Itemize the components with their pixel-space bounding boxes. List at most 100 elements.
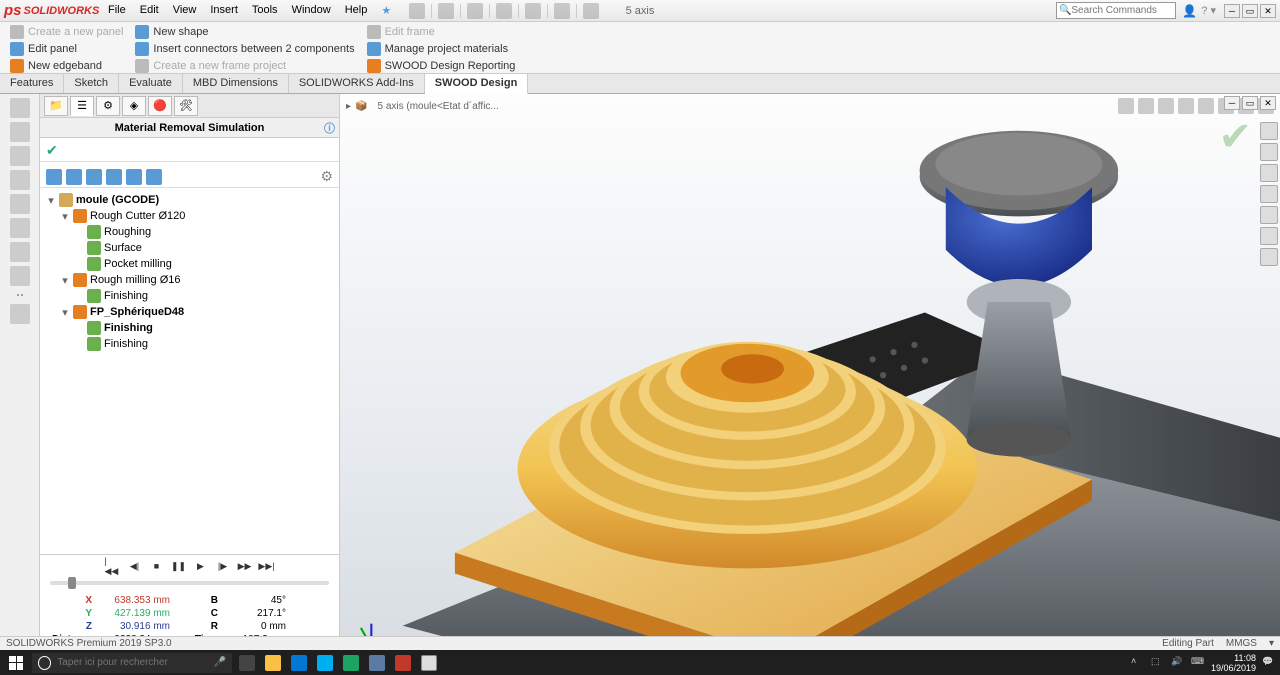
tab-features[interactable]: Features [0,74,64,93]
taskbar-app-explorer[interactable] [262,653,284,673]
close-button[interactable]: ✕ [1260,4,1276,18]
tray-up-icon[interactable]: ˄ [1131,656,1145,670]
help-dropdown-icon[interactable]: ? ▾ [1201,4,1216,17]
tree-toolbar-icon[interactable] [66,169,82,185]
menu-window[interactable]: Window [286,2,337,19]
start-button[interactable] [4,653,28,673]
rail-icon[interactable] [10,122,30,142]
tree-group[interactable]: ▾ FP_SphériqueD48 [46,304,333,320]
tree-settings-icon[interactable]: ⚙ [320,168,333,185]
menu-star-icon[interactable]: ★ [375,2,397,19]
step-back-button[interactable]: ◀| [127,559,143,573]
ribbon-insert-connectors[interactable]: Insert connectors between 2 components [131,41,358,57]
rail-icon[interactable] [10,98,30,118]
ribbon-swood-reporting[interactable]: SWOOD Design Reporting [363,58,520,74]
taskbar-search[interactable]: 🎤 [32,653,232,673]
tab-solidworks-addins[interactable]: SOLIDWORKS Add-Ins [289,74,425,93]
tab-sketch[interactable]: Sketch [64,74,119,93]
panel-tab-display[interactable]: 🔴 [148,96,172,116]
menu-help[interactable]: Help [339,2,374,19]
maximize-button[interactable]: ▭ [1242,4,1258,18]
tree-op[interactable]: Finishing [46,288,333,304]
print-icon[interactable] [496,3,512,19]
menu-tools[interactable]: Tools [246,2,284,19]
tray-notifications-icon[interactable]: 💬 [1262,656,1276,670]
tray-volume-icon[interactable]: 🔊 [1171,656,1185,670]
tray-clock[interactable]: 11:08 19/06/2019 [1211,653,1256,673]
search-input[interactable] [1071,5,1161,16]
menu-insert[interactable]: Insert [204,2,244,19]
vp-minimize-button[interactable]: ─ [1224,96,1240,110]
tab-swood-design[interactable]: SWOOD Design [425,74,529,94]
status-dropdown-icon[interactable]: ▾ [1269,638,1274,649]
rail-icon[interactable] [10,146,30,166]
taskbar-search-input[interactable] [57,657,207,668]
panel-help-icon[interactable]: ⓘ [324,120,335,136]
ribbon-edit-panel[interactable]: Edit panel [6,41,127,57]
tree-root[interactable]: ▾ moule (GCODE) [46,192,333,208]
vp-close-button[interactable]: ✕ [1260,96,1276,110]
panel-tab-config[interactable]: ⚙ [96,96,120,116]
rail-icon[interactable] [10,194,30,214]
search-commands[interactable]: 🔍 [1056,2,1176,19]
mic-icon[interactable]: 🎤 [214,657,226,668]
ribbon-manage-materials[interactable]: Manage project materials [363,41,520,57]
zoom-fit-icon[interactable] [1118,98,1134,114]
panel-tab-cam[interactable]: 🛠 [174,96,198,116]
accept-check-icon[interactable]: ✔ [46,142,62,158]
taskbar-app[interactable] [366,653,388,673]
step-fwd-button[interactable]: |▶ [215,559,231,573]
undo-icon[interactable] [525,3,541,19]
play-button[interactable]: ▶ [193,559,209,573]
breadcrumb-expand-icon[interactable]: ▸ [346,101,351,112]
skip-end-button[interactable]: ▶▶| [259,559,275,573]
rail-icon[interactable] [10,304,30,324]
taskbar-app-edge[interactable] [288,653,310,673]
tree-group[interactable]: ▾ Rough milling Ø16 [46,272,333,288]
tree-toolbar-icon[interactable] [146,169,162,185]
tree-op[interactable]: Finishing [46,336,333,352]
tree-group[interactable]: ▾ Rough Cutter Ø120 [46,208,333,224]
panel-tab-dim[interactable]: ◈ [122,96,146,116]
timeline-slider[interactable] [50,577,329,589]
menu-edit[interactable]: Edit [134,2,165,19]
stop-button[interactable]: ■ [149,559,165,573]
vp-restore-button[interactable]: ▭ [1242,96,1258,110]
zoom-area-icon[interactable] [1138,98,1154,114]
tree-toolbar-icon[interactable] [106,169,122,185]
menu-file[interactable]: File [102,2,132,19]
rail-icon[interactable] [10,266,30,286]
3d-viewport[interactable]: ▸ 📦 5 axis (moule<Etat d´affic... ─ ▭ ✕ … [340,94,1280,650]
skip-start-button[interactable]: |◀◀ [105,559,121,573]
task-view-button[interactable] [236,653,258,673]
user-icon[interactable]: 👤 [1182,4,1197,18]
rebuild-icon[interactable] [554,3,570,19]
taskbar-app-chrome[interactable] [340,653,362,673]
viewport-breadcrumb[interactable]: 5 axis (moule<Etat d´affic... [377,101,498,112]
ribbon-new-edgeband[interactable]: New edgeband [6,58,127,74]
panel-tab-property-manager[interactable]: ☰ [70,96,94,116]
rail-icon[interactable] [10,170,30,190]
tree-toolbar-icon[interactable] [86,169,102,185]
taskbar-app[interactable] [418,653,440,673]
minimize-button[interactable]: ─ [1224,4,1240,18]
panel-tab-feature-tree[interactable]: 📁 [44,96,68,116]
tab-mbd-dimensions[interactable]: MBD Dimensions [183,74,289,93]
tree-toolbar-icon[interactable] [126,169,142,185]
status-units[interactable]: MMGS [1226,638,1257,649]
tree-toolbar-icon[interactable] [46,169,62,185]
menu-view[interactable]: View [167,2,203,19]
tray-lang-icon[interactable]: ⌨ [1191,656,1205,670]
tree-op[interactable]: Roughing [46,224,333,240]
taskbar-app-solidworks[interactable] [392,653,414,673]
ribbon-new-shape[interactable]: New shape [131,24,358,40]
options-gear-icon[interactable] [583,3,599,19]
fast-fwd-button[interactable]: ▶▶ [237,559,253,573]
hide-show-icon[interactable] [1198,98,1214,114]
tab-evaluate[interactable]: Evaluate [119,74,183,93]
pause-button[interactable]: ❚❚ [171,559,187,573]
rail-icon[interactable] [10,242,30,262]
tree-op[interactable]: Pocket milling [46,256,333,272]
home-icon[interactable] [409,3,425,19]
taskbar-app-skype[interactable] [314,653,336,673]
